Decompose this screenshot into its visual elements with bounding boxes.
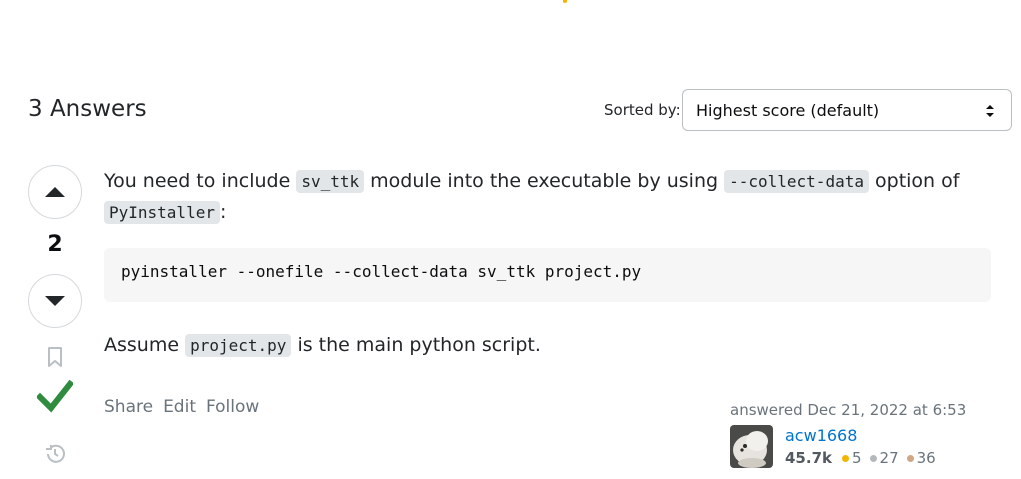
inline-code: project.py: [185, 334, 292, 357]
answers-count-heading: 3 Answers: [28, 96, 147, 122]
updown-caret-icon: [986, 105, 994, 117]
text-segment: option of: [868, 170, 960, 192]
inline-code: PyInstaller: [104, 201, 220, 224]
upvote-button[interactable]: [28, 165, 82, 219]
gold-badge-icon: [842, 454, 849, 462]
user-signature: answered Dec 21, 2022 at 6:53 acw1668 45…: [730, 401, 966, 468]
arrow-down-icon: [45, 296, 65, 306]
user-name-link[interactable]: acw1668: [785, 426, 936, 446]
user-stats: 45.7k 5 27 36: [785, 449, 936, 467]
answer-paragraph-1: You need to include sv_ttk module into t…: [104, 166, 994, 228]
inline-code: sv_ttk: [296, 170, 365, 193]
follow-link[interactable]: Follow: [206, 397, 259, 417]
arrow-up-icon: [45, 187, 65, 197]
bronze-badge-icon: [906, 454, 914, 462]
user-avatar-image: [730, 425, 773, 468]
answer-body: You need to include sv_ttk module into t…: [104, 166, 994, 228]
downvote-button[interactable]: [28, 274, 82, 328]
avatar[interactable]: [730, 425, 773, 468]
text-segment: is the main python script.: [291, 334, 541, 356]
checkmark-icon: [37, 379, 73, 413]
text-segment: Assume: [104, 334, 186, 356]
text-segment: You need to include: [104, 170, 297, 192]
reputation-score: 45.7k: [785, 449, 832, 467]
top-decoration: [563, 0, 567, 3]
answered-timestamp[interactable]: answered Dec 21, 2022 at 6:53: [730, 401, 966, 419]
post-menu: Share Edit Follow: [104, 397, 259, 417]
silver-badge-icon: [869, 454, 877, 462]
text-segment: :: [219, 201, 227, 223]
gold-badge-count: 5: [852, 449, 862, 467]
vote-count: 2: [47, 232, 63, 257]
sort-select[interactable]: Highest score (default): [682, 89, 1012, 131]
sort-label: Sorted by:: [604, 101, 681, 119]
inline-code: --collect-data: [724, 170, 869, 193]
bronze-badge-count: 36: [916, 449, 936, 467]
silver-badge-count: 27: [879, 449, 899, 467]
bookmark-icon: [48, 347, 62, 367]
code-block: pyinstaller --onefile --collect-data sv_…: [104, 248, 991, 302]
answer-paragraph-2: Assume project.py is the main python scr…: [104, 330, 541, 361]
history-icon: [46, 444, 65, 463]
accepted-answer-indicator: [36, 378, 74, 414]
bookmark-button[interactable]: [44, 344, 66, 370]
text-segment: module into the executable by using: [364, 170, 725, 192]
share-link[interactable]: Share: [104, 397, 153, 417]
edit-link[interactable]: Edit: [163, 397, 196, 417]
sort-selected-value: Highest score (default): [696, 100, 880, 120]
history-button[interactable]: [42, 441, 68, 467]
